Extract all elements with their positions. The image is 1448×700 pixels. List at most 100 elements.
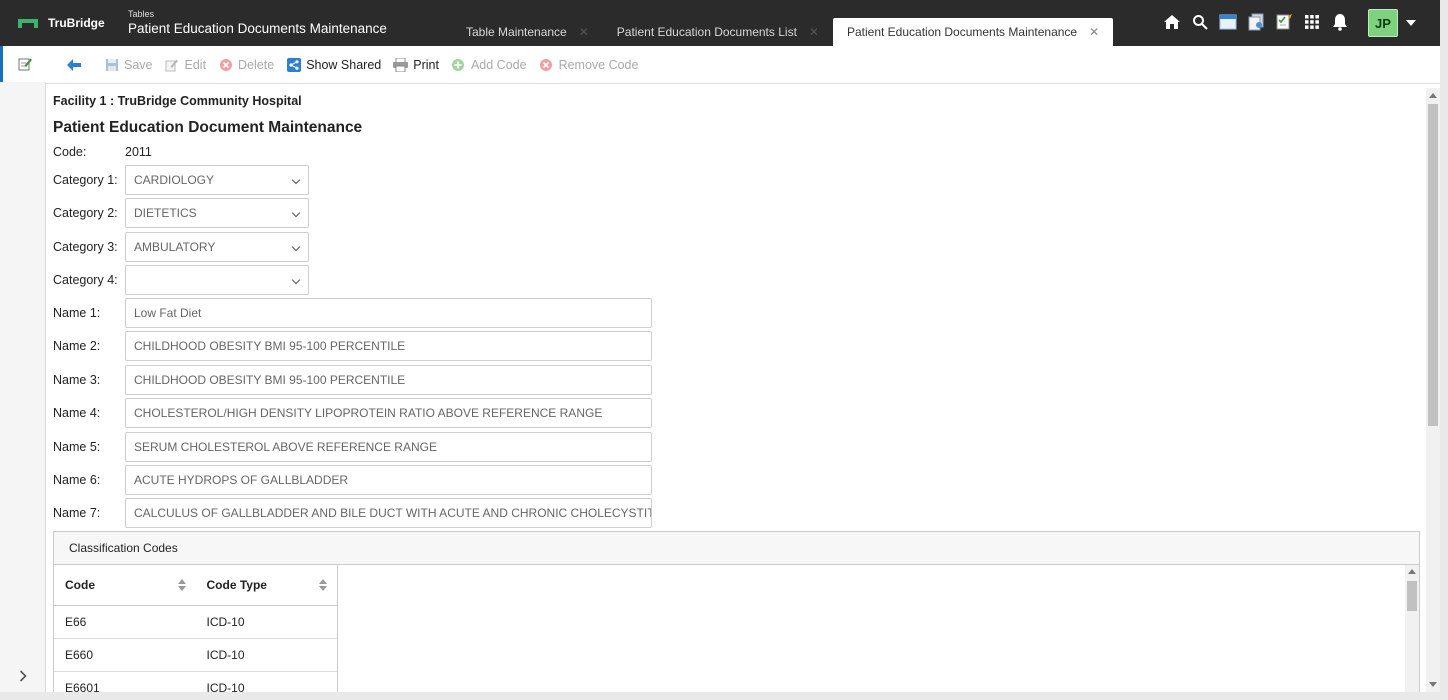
name-3-value: CHILDHOOD OBESITY BMI 95-100 PERCENTILE [134, 373, 406, 387]
add-code-button[interactable]: Add Code [451, 57, 527, 72]
category-1-select[interactable]: CARDIOLOGY [125, 165, 309, 195]
remove-code-label: Remove Code [558, 57, 639, 72]
grid-header: Code Code Type [54, 565, 338, 606]
calendar-icon[interactable] [1218, 11, 1238, 33]
name-5-value: SERUM CHOLESTEROL ABOVE REFERENCE RANGE [134, 440, 437, 454]
name-6-value: ACUTE HYDROPS OF GALLBLADDER [134, 473, 349, 487]
name-4-value: CHOLESTEROL/HIGH DENSITY LIPOPROTEIN RAT… [134, 406, 603, 420]
name-3-label: Name 3: [53, 373, 101, 387]
save-button[interactable]: Save [104, 57, 153, 72]
tab-label: Patient Education Documents Maintenance [846, 25, 1078, 39]
close-icon[interactable]: ✕ [579, 25, 589, 39]
name-1-label: Name 1: [53, 306, 101, 320]
print-label: Print [413, 57, 439, 72]
close-icon[interactable]: ✕ [809, 25, 819, 39]
print-button[interactable]: Print [393, 57, 439, 72]
tab-label: Table Maintenance [466, 25, 567, 39]
brand[interactable]: TruBridge [18, 16, 105, 30]
chevron-down-icon [291, 175, 301, 185]
save-label: Save [124, 57, 153, 72]
panel-title: Classification Codes [54, 532, 1419, 565]
classification-codes-panel: Classification Codes Code Code Type E66 … [53, 531, 1420, 700]
share-icon [286, 57, 301, 72]
show-shared-label: Show Shared [306, 57, 382, 72]
page-scrollbar[interactable] [1426, 88, 1440, 692]
add-code-label: Add Code [470, 57, 527, 72]
tab-strip: Table Maintenance ✕ Patient Education Do… [452, 18, 1114, 46]
code-label: Code: [53, 145, 87, 159]
name-6-label: Name 6: [53, 473, 101, 487]
scroll-down-icon[interactable] [1429, 682, 1437, 687]
main-content: Facility 1 : TruBridge Community Hospita… [46, 84, 1426, 700]
top-bar: TruBridge Tables Patient Education Docum… [0, 0, 1448, 46]
name-1-value: Low Fat Diet [134, 306, 202, 320]
back-arrow-icon [66, 57, 81, 72]
category-2-value: DIETETICS [134, 206, 197, 220]
top-icons [1154, 11, 1350, 33]
app-subtitle: Tables [128, 9, 155, 19]
back-button[interactable] [66, 57, 86, 72]
user-avatar[interactable]: JP [1368, 9, 1398, 37]
trubridge-logo-icon [18, 17, 38, 29]
scroll-up-icon[interactable] [1429, 93, 1437, 98]
remove-code-button[interactable]: Remove Code [539, 57, 639, 72]
category-2-select[interactable]: DIETETICS [125, 198, 309, 228]
delete-button[interactable]: Delete [218, 57, 274, 72]
printer-icon [393, 57, 409, 72]
table-row[interactable]: E66 ICD-10 [54, 606, 338, 639]
name-2-field[interactable]: CHILDHOOD OBESITY BMI 95-100 PERCENTILE [125, 331, 652, 361]
app-title: Patient Education Documents Maintenance [128, 21, 387, 36]
edit-icon [165, 57, 180, 72]
sort-icon[interactable] [319, 579, 327, 592]
tab-patient-education-documents-list[interactable]: Patient Education Documents List ✕ [603, 18, 833, 46]
window-frame-bottom [0, 692, 1448, 700]
name-3-field[interactable]: CHILDHOOD OBESITY BMI 95-100 PERCENTILE [125, 365, 652, 395]
app-title-block: Tables Patient Education Documents Maint… [128, 9, 387, 38]
category-3-label: Category 3: [53, 240, 118, 254]
show-shared-button[interactable]: Show Shared [286, 57, 381, 72]
category-3-select[interactable]: AMBULATORY [125, 232, 309, 262]
action-toolbar: Save Edit Delete Show Shared Print Add C… [46, 46, 1440, 84]
chevron-down-icon[interactable] [1406, 20, 1416, 26]
apps-grid-icon[interactable] [1302, 11, 1322, 33]
category-1-label: Category 1: [53, 173, 118, 187]
chevron-right-icon[interactable] [0, 666, 46, 686]
tab-table-maintenance[interactable]: Table Maintenance ✕ [452, 18, 603, 46]
chevron-down-icon [291, 275, 301, 285]
name-6-field[interactable]: ACUTE HYDROPS OF GALLBLADDER [125, 465, 652, 495]
name-1-field[interactable]: Low Fat Diet [125, 298, 652, 328]
home-icon[interactable] [1162, 11, 1182, 33]
save-icon [104, 57, 119, 72]
edit-button[interactable]: Edit [165, 57, 207, 72]
tab-label: Patient Education Documents List [616, 25, 797, 39]
sort-icon[interactable] [177, 579, 186, 592]
table-row[interactable]: E660 ICD-10 [54, 639, 338, 672]
search-icon[interactable] [1190, 11, 1210, 33]
name-2-label: Name 2: [53, 339, 101, 353]
cell-code-type: ICD-10 [206, 648, 245, 662]
cell-code-type: ICD-10 [206, 615, 245, 629]
rail-item-tables[interactable] [0, 46, 46, 82]
page-title: Patient Education Document Maintenance [53, 119, 363, 136]
checklist-icon[interactable] [1274, 11, 1294, 33]
scrollbar-thumb[interactable] [1428, 104, 1438, 426]
name-7-value: CALCULUS OF GALLBLADDER AND BILE DUCT WI… [134, 506, 652, 520]
close-icon[interactable]: ✕ [1089, 25, 1099, 39]
name-5-field[interactable]: SERUM CHOLESTEROL ABOVE REFERENCE RANGE [125, 432, 652, 462]
name-7-field[interactable]: CALCULUS OF GALLBLADDER AND BILE DUCT WI… [125, 498, 652, 528]
window-frame-right [1440, 0, 1448, 700]
scroll-up-icon[interactable] [1408, 569, 1416, 574]
bell-icon[interactable] [1330, 11, 1350, 33]
edit-document-icon [18, 58, 32, 71]
column-header-code-type[interactable]: Code Type [196, 565, 338, 605]
category-4-select[interactable] [125, 265, 309, 295]
delete-label: Delete [238, 57, 275, 72]
tab-patient-education-documents-maintenance[interactable]: Patient Education Documents Maintenance … [832, 18, 1114, 46]
category-1-value: CARDIOLOGY [134, 173, 215, 187]
documents-icon[interactable] [1246, 11, 1266, 33]
name-4-field[interactable]: CHOLESTEROL/HIGH DENSITY LIPOPROTEIN RAT… [125, 398, 652, 428]
column-header-code[interactable]: Code [54, 565, 196, 605]
scrollbar-thumb[interactable] [1407, 581, 1417, 611]
grid-scrollbar[interactable] [1405, 565, 1419, 700]
edit-label: Edit [184, 57, 207, 72]
